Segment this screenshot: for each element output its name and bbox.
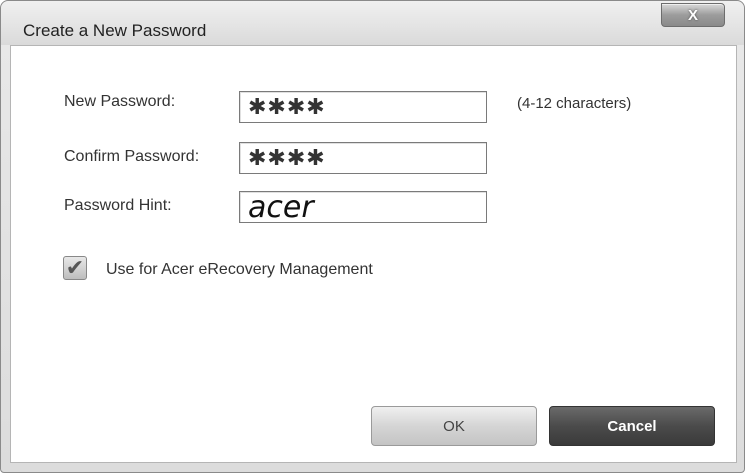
length-requirement-note: (4-12 characters) — [517, 95, 632, 112]
checkmark-icon: ✔ — [65, 255, 85, 280]
close-button[interactable]: X — [661, 3, 725, 27]
erecovery-checkbox-label[interactable]: Use for Acer eRecovery Management — [106, 261, 373, 279]
cancel-button[interactable]: Cancel — [549, 406, 715, 446]
new-password-field[interactable]: ✱✱✱✱ — [239, 91, 487, 123]
dialog-body: New Password: ✱✱✱✱ (4-12 characters) Con… — [10, 45, 737, 463]
dialog-window: Create a New Password X New Password: ✱✱… — [0, 0, 745, 473]
confirm-password-field[interactable]: ✱✱✱✱ — [239, 142, 487, 174]
close-icon: X — [687, 6, 698, 24]
password-hint-field[interactable]: acer — [239, 189, 487, 225]
ok-button[interactable]: OK — [371, 406, 537, 446]
dialog-title: Create a New Password — [23, 21, 207, 40]
password-hint-value: acer — [248, 189, 314, 225]
title-bar[interactable]: Create a New Password X — [1, 1, 744, 45]
new-password-value: ✱✱✱✱ — [248, 94, 326, 120]
confirm-password-value: ✱✱✱✱ — [248, 145, 326, 171]
erecovery-checkbox[interactable]: ✔ — [63, 256, 87, 280]
password-hint-label: Password Hint: — [64, 197, 172, 214]
new-password-label: New Password: — [64, 93, 176, 110]
confirm-password-label: Confirm Password: — [64, 148, 200, 165]
